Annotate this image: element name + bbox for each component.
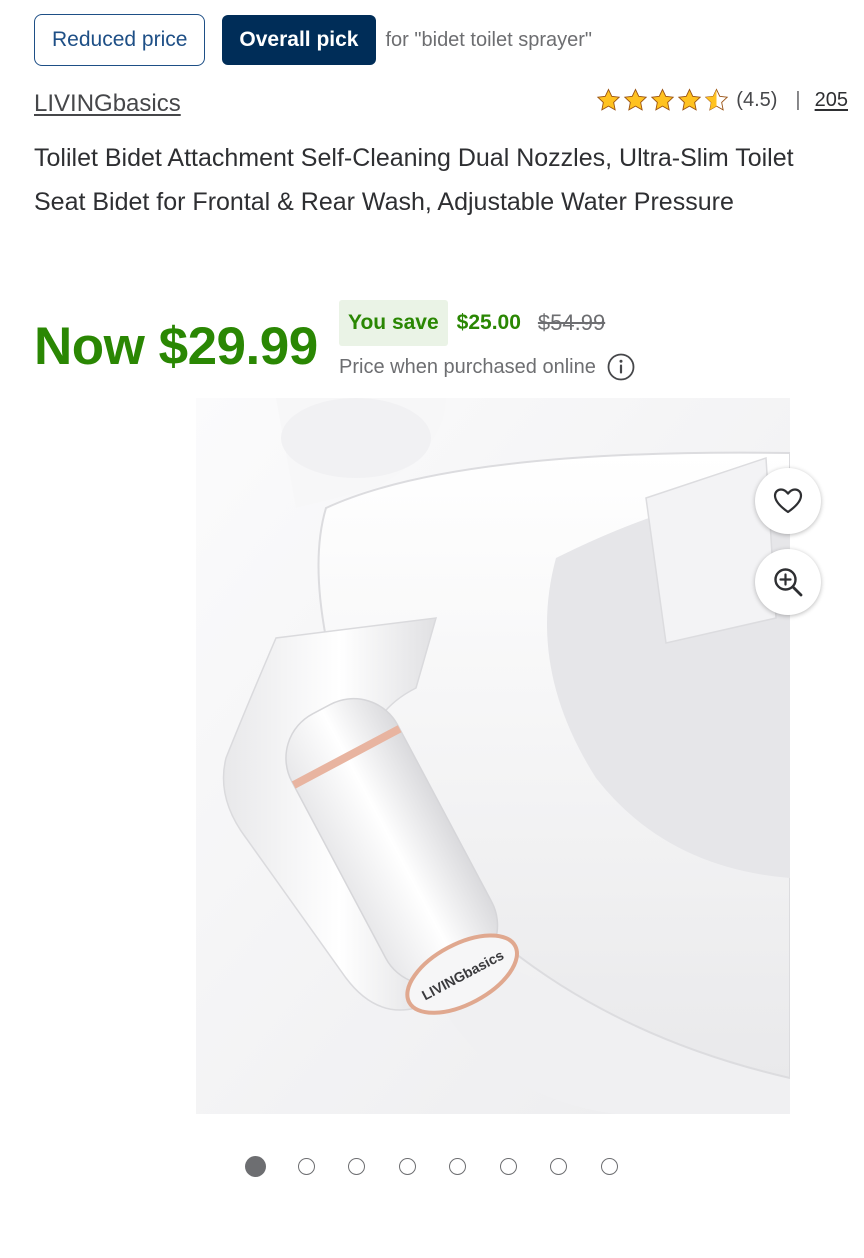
carousel-dot[interactable] bbox=[348, 1158, 365, 1175]
badge-row: Reduced price Overall pick for "bidet to… bbox=[34, 14, 592, 66]
product-title: Tolilet Bidet Attachment Self-Cleaning D… bbox=[34, 144, 794, 216]
brand-link[interactable]: LIVINGbasics bbox=[34, 90, 181, 118]
was-price: $54.99 bbox=[537, 310, 606, 335]
product-image[interactable]: LIVINGbasics bbox=[196, 398, 790, 1114]
carousel-dot[interactable] bbox=[398, 1158, 416, 1175]
favorite-button[interactable] bbox=[755, 468, 821, 534]
star-icon bbox=[678, 88, 702, 111]
rating-separator: | bbox=[795, 89, 801, 111]
carousel-dots bbox=[245, 1156, 651, 1177]
carousel-dot[interactable] bbox=[499, 1158, 517, 1175]
half-star-icon bbox=[705, 88, 729, 111]
rating-summary[interactable]: (4.5) | 205 bbox=[595, 87, 848, 114]
star-icon bbox=[597, 88, 621, 111]
review-count-link[interactable]: 205 bbox=[815, 89, 848, 112]
reduced-price-badge: Reduced price bbox=[34, 14, 206, 66]
star-icon bbox=[651, 88, 675, 111]
zoom-button[interactable] bbox=[755, 549, 821, 615]
price-note-text: Price when purchased online bbox=[339, 355, 596, 378]
star-rating bbox=[595, 87, 730, 114]
current-price: Now $29.99 bbox=[34, 317, 318, 376]
carousel-dot[interactable] bbox=[600, 1158, 618, 1175]
rating-value: (4.5) bbox=[736, 89, 778, 111]
carousel-dot[interactable] bbox=[245, 1156, 266, 1177]
price-note: Price when purchased online bbox=[339, 352, 636, 382]
carousel-dot[interactable] bbox=[449, 1158, 466, 1175]
carousel-dot[interactable] bbox=[550, 1158, 567, 1175]
carousel-dot[interactable] bbox=[297, 1158, 315, 1175]
savings-row: You save $25.00 $54.99 bbox=[339, 300, 605, 346]
bidet-illustration: LIVINGbasics bbox=[196, 398, 790, 1114]
zoom-in-icon bbox=[774, 568, 803, 597]
save-amount: $25.00 bbox=[456, 311, 521, 334]
heart-icon bbox=[773, 488, 803, 514]
star-icon bbox=[624, 88, 648, 111]
info-icon[interactable] bbox=[606, 352, 636, 382]
overall-pick-badge: Overall pick bbox=[222, 15, 376, 65]
badge-search-term: for "bidet toilet sprayer" bbox=[385, 28, 593, 51]
you-save-label: You save bbox=[339, 300, 448, 346]
